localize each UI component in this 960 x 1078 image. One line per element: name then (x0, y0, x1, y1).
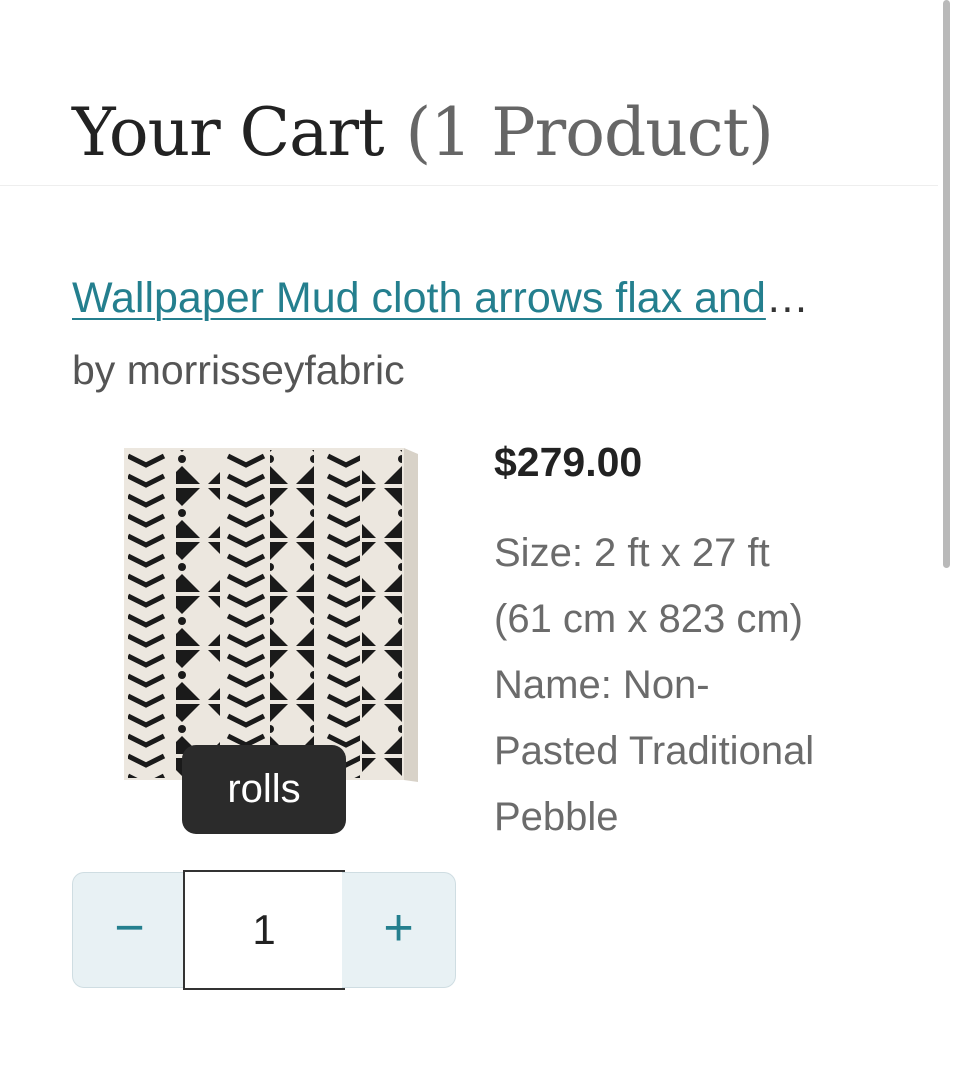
product-thumbnail[interactable]: rolls (72, 432, 456, 840)
page-scrollbar[interactable] (943, 0, 950, 568)
detail-size-metric-line: (61 cm x 823 cm) (494, 597, 803, 641)
rolls-badge: rolls (182, 745, 346, 834)
page-title: Your Cart (1 Product) (72, 90, 774, 176)
quantity-stepper: − + (72, 870, 456, 990)
detail-name-line: Name: Non- (494, 663, 710, 707)
product-price: $279.00 (494, 439, 643, 485)
cart-product-count: (1 Product) (405, 94, 774, 171)
product-details: Size: 2 ft x 27 ft (61 cm x 823 cm) Name… (494, 520, 924, 850)
quantity-input[interactable] (183, 870, 345, 990)
cart-title-label: Your Cart (72, 94, 385, 171)
detail-name-line-3: Pebble (494, 795, 619, 839)
product-title-link[interactable]: Wallpaper Mud cloth arrows flax and (72, 274, 766, 322)
detail-size-line: Size: 2 ft x 27 ft (494, 531, 770, 575)
title-ellipsis: … (765, 274, 809, 322)
detail-name-line-2: Pasted Traditional (494, 729, 815, 773)
decrease-quantity-button[interactable]: − (72, 872, 186, 988)
product-designer: by morrisseyfabric (72, 347, 405, 393)
increase-quantity-button[interactable]: + (342, 872, 456, 988)
product-title: Wallpaper Mud cloth arrows flax and… (72, 270, 888, 326)
cart-header: Your Cart (1 Product) (0, 0, 938, 186)
